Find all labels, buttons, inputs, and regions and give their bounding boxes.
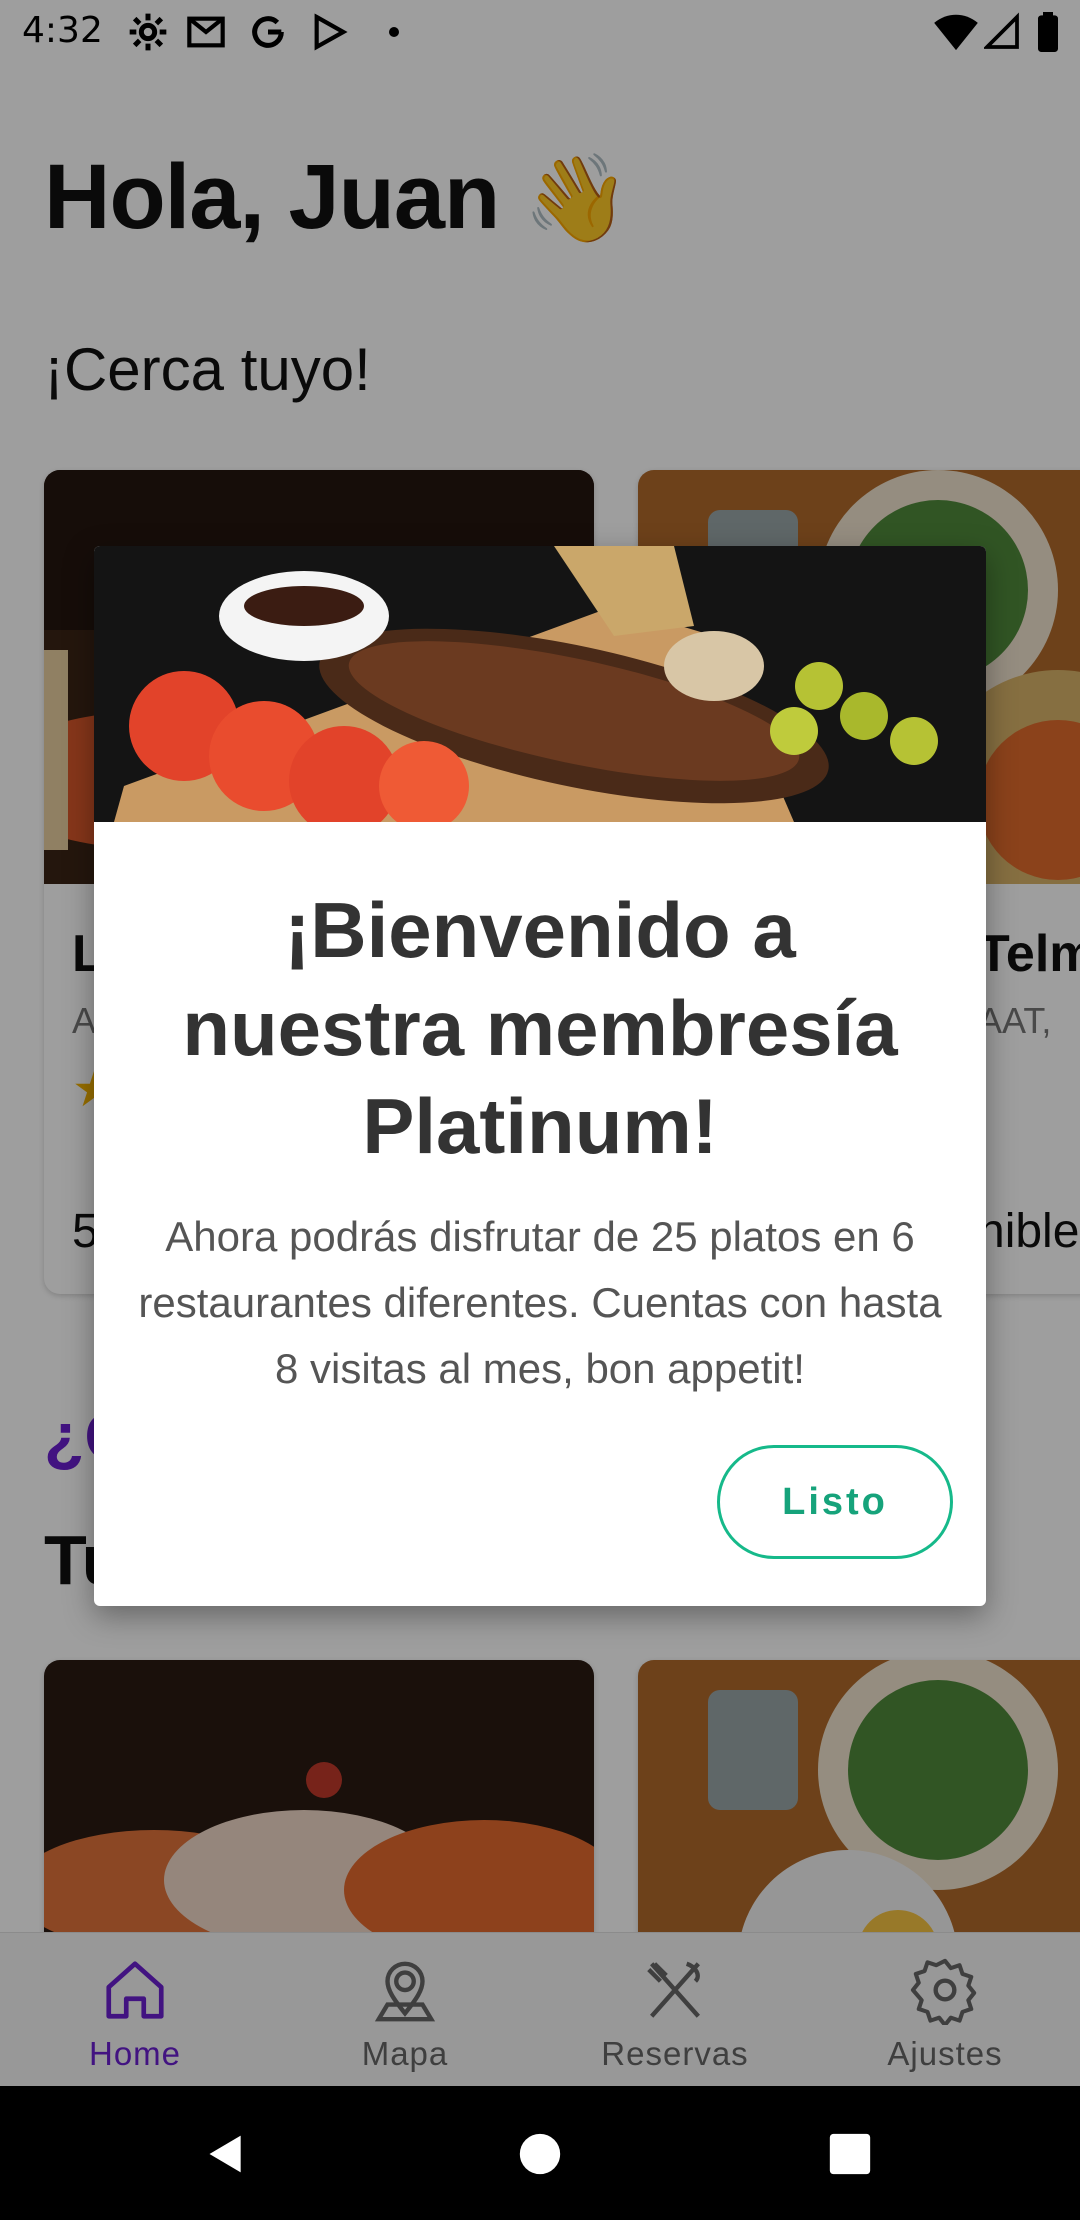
- back-icon[interactable]: [204, 2132, 248, 2176]
- recents-icon[interactable]: [828, 2132, 872, 2176]
- system-navigation-bar: [0, 2086, 1080, 2220]
- dialog-message: Ahora podrás disfrutar de 25 platos en 6…: [138, 1213, 942, 1392]
- dialog-title: ¡Bienvenido a nuestra membresía Platinum…: [182, 886, 898, 1170]
- home-circle-icon[interactable]: [518, 2132, 562, 2176]
- membership-dialog: ¡Bienvenido a nuestra membresía Platinum…: [94, 546, 986, 1606]
- dialog-hero-image: [94, 546, 986, 822]
- app-screen: 4:32 Hola, Juan 👋 ¡Cerca tuyo! L A 5 Tel…: [0, 0, 1080, 2220]
- done-button[interactable]: Listo: [717, 1445, 953, 1559]
